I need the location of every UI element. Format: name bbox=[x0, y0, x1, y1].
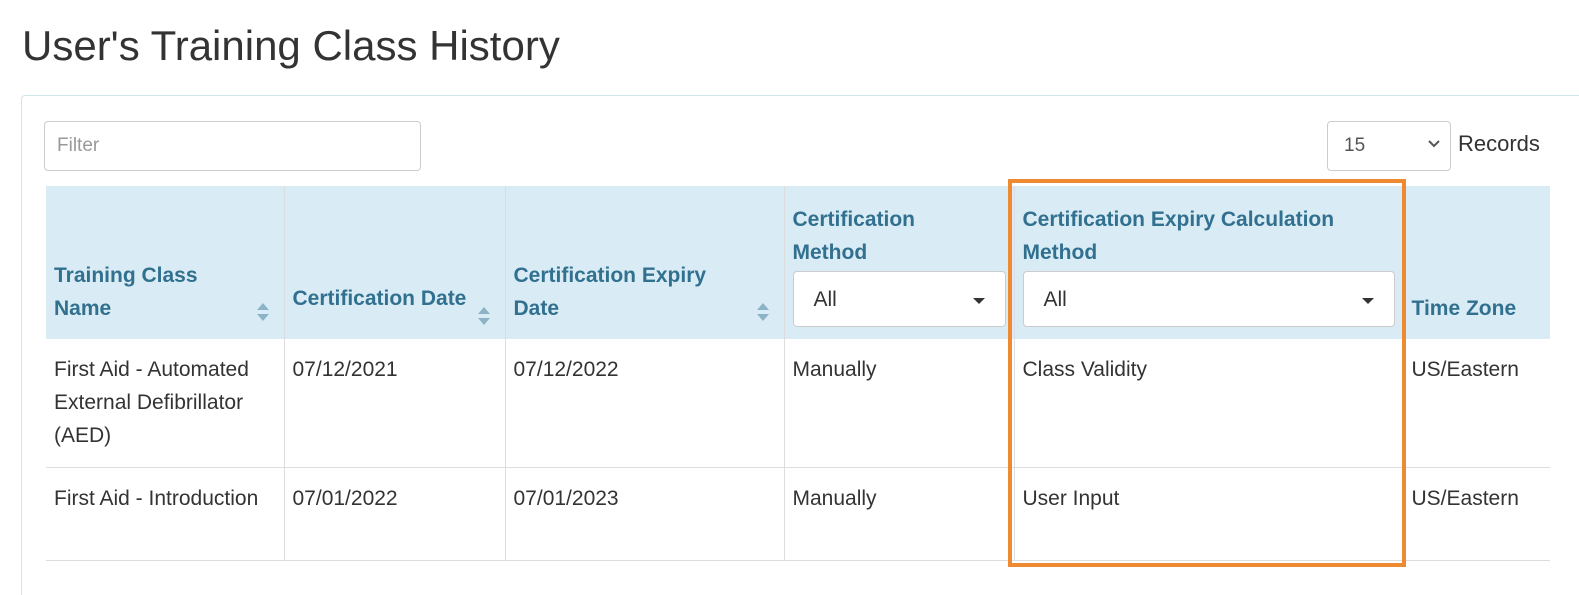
training-history-table: Training Class Name Certification Date C… bbox=[46, 186, 1550, 561]
header-label: Certification Date bbox=[292, 287, 467, 310]
chevron-down-icon bbox=[1428, 140, 1440, 148]
header-label: Certification Expiry Date bbox=[513, 264, 707, 320]
expiry-calculation-method-filter-dropdown[interactable]: All bbox=[1022, 271, 1395, 327]
header-label: Certification Method bbox=[792, 208, 916, 264]
cell-certification-expiry-date: 07/12/2022 bbox=[504, 339, 784, 467]
cell-certification-method: Manually bbox=[783, 467, 1014, 560]
cell-expiry-calculation-method: User Input bbox=[1013, 467, 1403, 560]
table-header-row: Training Class Name Certification Date C… bbox=[46, 186, 1550, 339]
cell-certification-method: Manually bbox=[783, 339, 1014, 467]
page-title: User's Training Class History bbox=[22, 22, 560, 69]
cell-certification-date: 07/01/2022 bbox=[283, 467, 505, 560]
table-row: First Aid - Automated External Defibrill… bbox=[46, 339, 1550, 467]
header-label: Certification Expiry Calculation Method bbox=[1022, 208, 1335, 264]
caret-down-icon bbox=[1361, 298, 1374, 304]
cell-training-class-name: First Aid - Introduction bbox=[54, 486, 259, 510]
records-label: Records bbox=[1458, 131, 1540, 156]
sort-icon bbox=[477, 307, 490, 325]
sort-icon bbox=[756, 303, 769, 321]
dropdown-value: All bbox=[813, 287, 837, 311]
cell-expiry-calculation-method: Class Validity bbox=[1013, 339, 1403, 467]
column-header-time-zone[interactable]: Time Zone bbox=[1402, 186, 1550, 339]
cell-time-zone: US/Eastern bbox=[1402, 467, 1550, 560]
header-label: Training Class Name bbox=[54, 264, 198, 320]
column-header-certification-method: Certification Method All bbox=[783, 186, 1014, 339]
records-per-page-select[interactable]: 15 bbox=[1327, 121, 1451, 171]
cell-certification-date: 07/12/2021 bbox=[283, 339, 505, 467]
column-header-training-class-name[interactable]: Training Class Name bbox=[46, 186, 284, 339]
cell-certification-expiry-date: 07/01/2023 bbox=[504, 467, 784, 560]
header-label: Time Zone bbox=[1411, 297, 1517, 320]
records-select-value: 15 bbox=[1344, 135, 1366, 156]
caret-down-icon bbox=[972, 298, 985, 304]
table-row: First Aid - Introduction 07/01/2022 07/0… bbox=[46, 467, 1550, 560]
column-header-certification-expiry-date[interactable]: Certification Expiry Date bbox=[504, 186, 784, 339]
sort-icon bbox=[256, 303, 269, 321]
column-header-expiry-calculation-method: Certification Expiry Calculation Method … bbox=[1013, 186, 1403, 339]
dropdown-value: All bbox=[1043, 287, 1067, 311]
cell-training-class-name: First Aid - Automated External Defibrill… bbox=[54, 358, 249, 447]
column-header-certification-date[interactable]: Certification Date bbox=[283, 186, 505, 339]
filter-input[interactable] bbox=[44, 121, 421, 171]
cell-time-zone: US/Eastern bbox=[1402, 339, 1550, 467]
certification-method-filter-dropdown[interactable]: All bbox=[792, 271, 1006, 327]
